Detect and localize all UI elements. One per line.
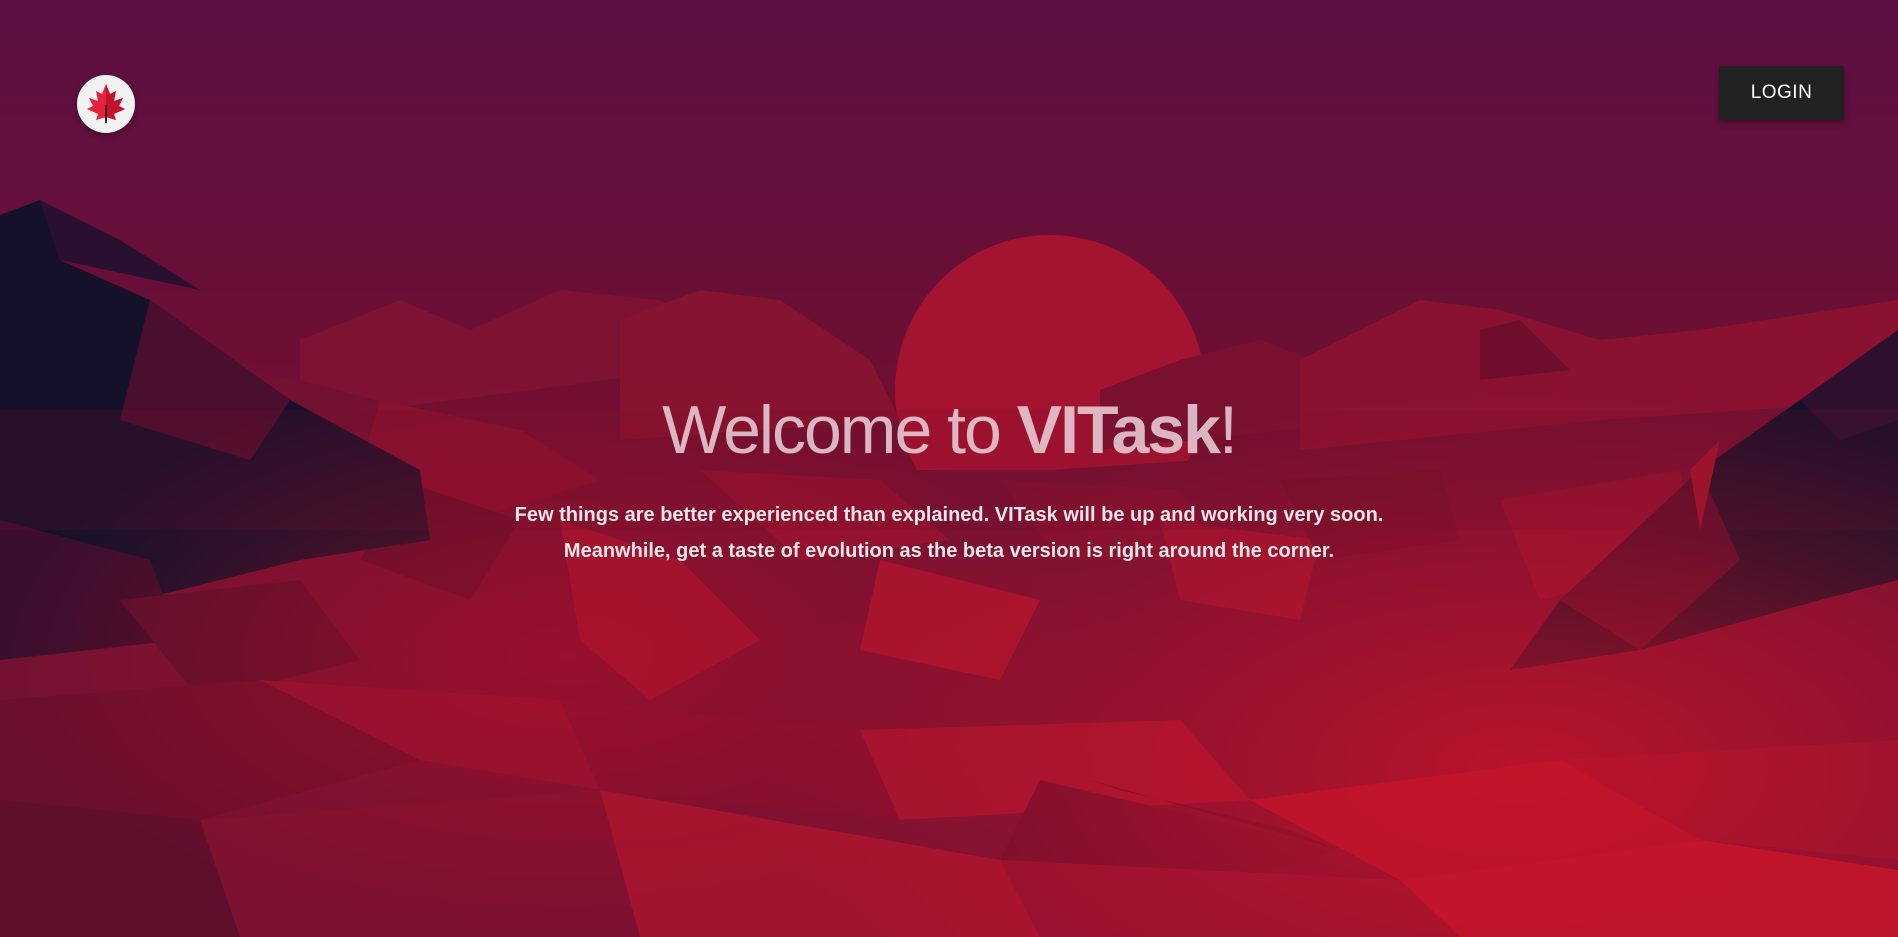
title-brand: VITask: [1016, 392, 1221, 468]
hero-description: Few things are better experienced than e…: [0, 497, 1898, 569]
login-button[interactable]: LOGIN: [1719, 66, 1844, 120]
title-suffix: !: [1218, 392, 1238, 468]
logo[interactable]: [77, 75, 135, 133]
hero-line-1: Few things are better experienced than e…: [514, 504, 1384, 526]
hero-line-2: Meanwhile, get a taste of evolution as t…: [563, 540, 1335, 562]
title-prefix: Welcome to: [662, 392, 1017, 468]
hero-section: Welcome to VITask! Few things are better…: [0, 385, 1898, 569]
page-title: Welcome to VITask!: [0, 385, 1898, 475]
maple-leaf-icon: [87, 84, 125, 123]
